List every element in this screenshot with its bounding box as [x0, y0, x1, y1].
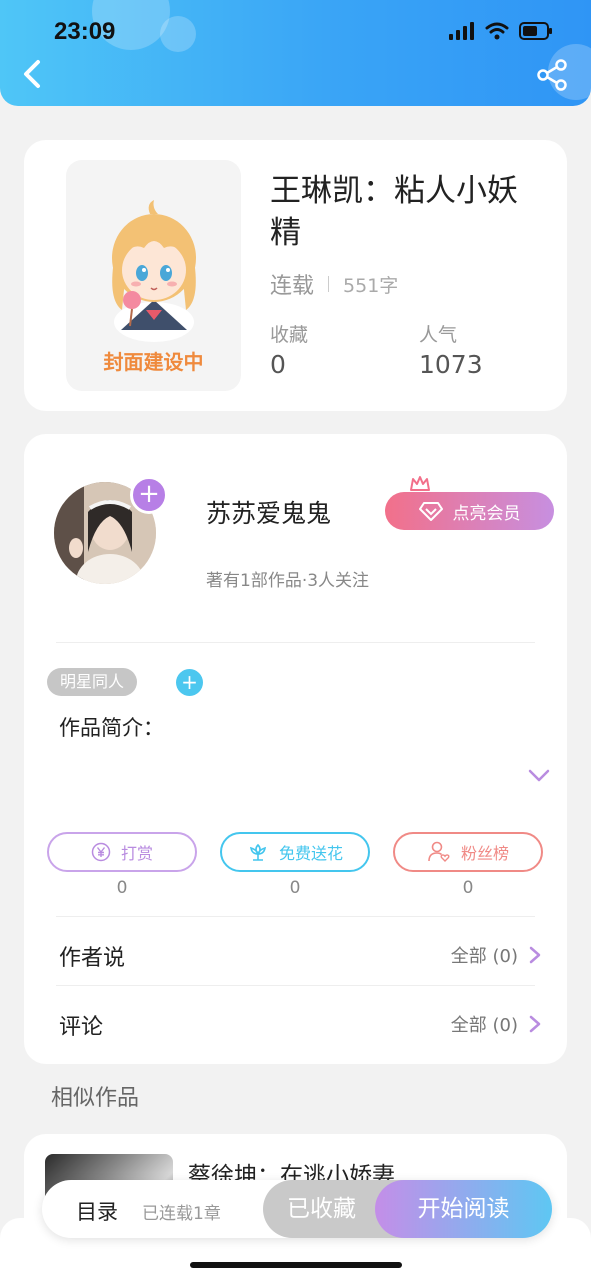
book-status-row: 连载 551字 — [270, 268, 398, 300]
chevron-right-icon — [529, 1015, 541, 1033]
battery-icon — [519, 22, 552, 40]
tip-button[interactable]: 打赏 — [47, 832, 197, 872]
fan-heart-icon — [428, 841, 450, 862]
tip-label: 打赏 — [120, 844, 153, 863]
fan-ranking-label: 粉丝榜 — [460, 844, 509, 863]
author-name[interactable]: 苏苏爱鬼鬼 — [206, 494, 331, 530]
vip-membership-button[interactable]: 点亮会员 — [385, 492, 554, 530]
author-meta: 著有1部作品·3人关注 — [206, 571, 370, 591]
table-of-contents-button[interactable]: 目录 — [76, 1196, 118, 1226]
author-says-all-link[interactable]: 全部 (0) — [451, 942, 542, 968]
comments-label: 评论 — [59, 1015, 104, 1040]
yen-coin-icon — [91, 842, 111, 862]
comments-count: 全部 (0) — [450, 1015, 518, 1036]
top-header: 23:09 — [0, 0, 591, 106]
divider — [56, 985, 535, 986]
book-cover[interactable]: 封面建设中 — [66, 160, 241, 391]
fan-ranking-button[interactable]: 粉丝榜 — [393, 832, 543, 872]
book-info-card: 封面建设中 王琳凯：粘人小妖精 连载 551字 收藏 0 人气 1073 — [24, 140, 567, 411]
wifi-icon — [485, 22, 509, 40]
send-flower-button[interactable]: 免费送花 — [220, 832, 370, 872]
popularity-label: 人气 — [419, 324, 458, 346]
flower-count: 0 — [289, 878, 301, 898]
popularity-value: 1073 — [419, 350, 483, 379]
crown-icon — [410, 476, 430, 491]
chevron-left-icon — [24, 60, 40, 88]
follow-author-button[interactable]: + — [130, 476, 168, 514]
author-says-label: 作者说 — [59, 946, 126, 971]
fan-count: 0 — [462, 878, 474, 898]
signal-icon — [449, 22, 474, 40]
genre-tag[interactable]: 明星同人 — [47, 668, 138, 696]
divider — [56, 642, 535, 643]
anime-girl-illustration — [112, 200, 196, 342]
share-button[interactable] — [535, 58, 569, 92]
home-indicator — [190, 1262, 402, 1268]
start-reading-button[interactable]: 开始阅读 — [375, 1180, 552, 1238]
add-tag-button[interactable]: + — [176, 669, 203, 696]
author-says-count: 全部 (0) — [450, 946, 518, 967]
plus-icon: + — [181, 670, 198, 694]
word-count: 551字 — [343, 274, 399, 297]
chapter-count: 已连载1章 — [142, 1204, 221, 1224]
status-icons — [449, 22, 553, 40]
serial-status: 连载 — [270, 274, 315, 299]
divider — [56, 916, 535, 917]
vip-button-label: 点亮会员 — [452, 503, 521, 524]
chevron-right-icon — [529, 946, 541, 964]
favorites-value: 0 — [270, 350, 286, 379]
comments-all-link[interactable]: 全部 (0) — [451, 1011, 542, 1037]
plus-icon: + — [138, 479, 160, 509]
decor-bubble — [160, 16, 196, 52]
author-card: + 苏苏爱鬼鬼 点亮会员 著有1部作品·3人关注 明星同人 + 作品简介： 打赏… — [24, 434, 567, 1064]
cover-placeholder-text: 封面建设中 — [103, 350, 204, 374]
flower-icon — [249, 843, 266, 861]
share-icon — [537, 59, 567, 91]
diamond-icon — [418, 502, 443, 521]
book-title: 王琳凯：粘人小妖精 — [270, 173, 518, 251]
back-button[interactable] — [18, 56, 50, 92]
intro-label: 作品简介： — [59, 716, 164, 740]
send-flower-label: 免费送花 — [278, 844, 343, 863]
favorites-label: 收藏 — [270, 324, 309, 346]
divider — [328, 276, 330, 292]
tip-count: 0 — [116, 878, 128, 898]
status-time: 23:09 — [54, 18, 116, 45]
chevron-down-icon[interactable] — [527, 768, 551, 784]
similar-works-title: 相似作品 — [51, 1086, 140, 1111]
